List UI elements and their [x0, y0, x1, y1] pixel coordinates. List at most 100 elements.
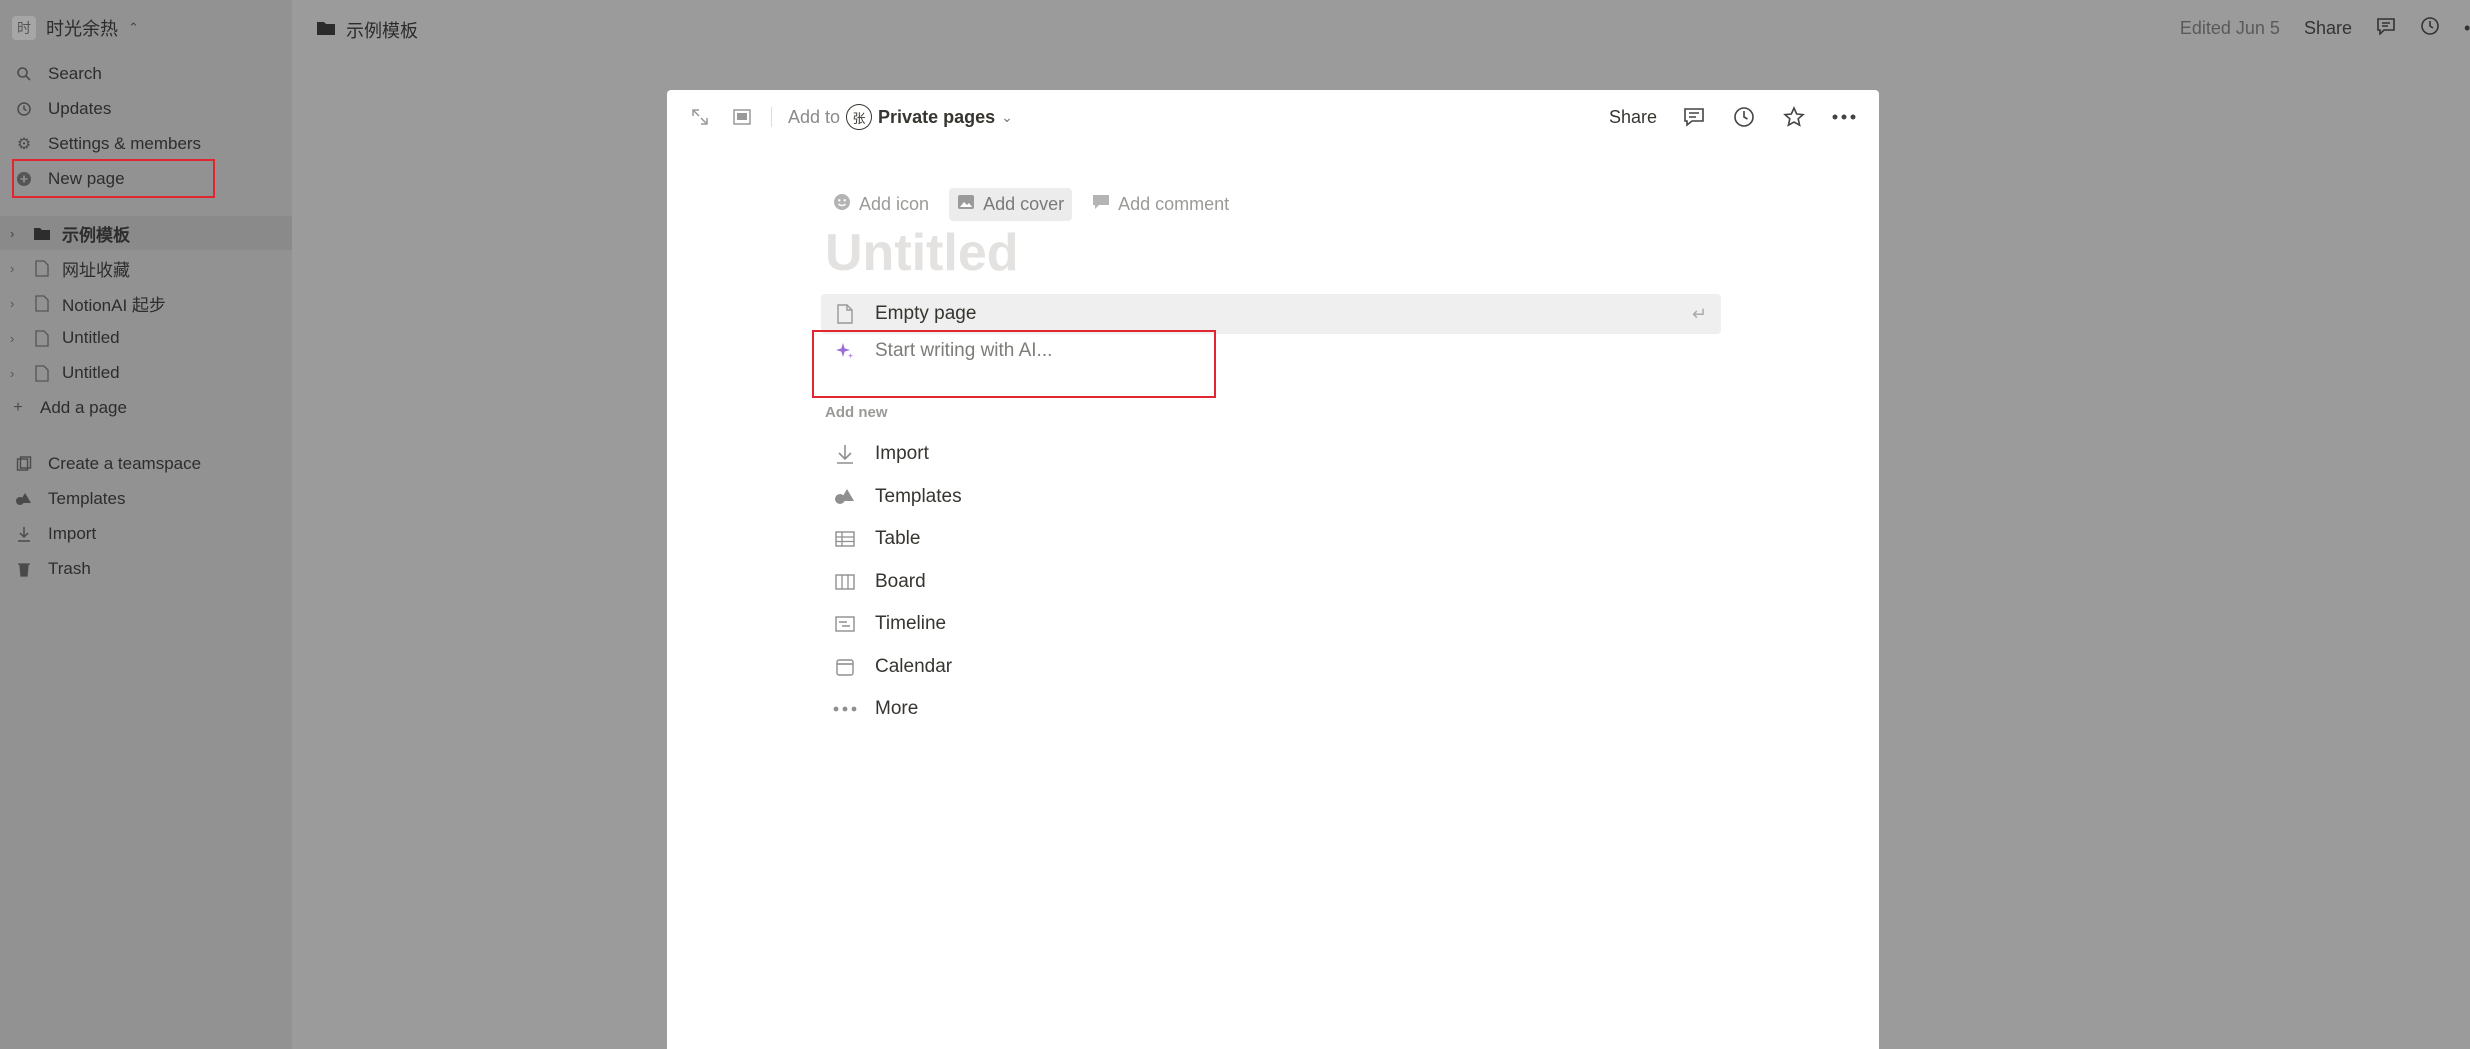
empty-page-label: Empty page [875, 303, 977, 324]
add-page-button[interactable]: + Add a page [0, 391, 292, 425]
option-label: Timeline [875, 613, 947, 634]
ai-option-highlight [812, 330, 1216, 398]
page-icon [833, 304, 857, 324]
modal-header: Add to 张 Private pages ⌄ Share [667, 90, 1879, 146]
option-label: Calendar [875, 656, 953, 677]
topbar-actions: Edited Jun 5 Share • [2180, 16, 2470, 41]
sidebar-page-item[interactable]: › Untitled [0, 321, 292, 355]
topbar: 示例模板 Edited Jun 5 Share • [292, 0, 2470, 56]
sidebar-item-label: Settings & members [48, 134, 202, 153]
option-label: Import [875, 443, 929, 464]
add-comment-label: Add comment [1118, 194, 1230, 214]
comment-icon[interactable] [1681, 104, 1707, 130]
new-page-modal: Add to 张 Private pages ⌄ Share Add icon … [667, 90, 1879, 1049]
add-icon-label: Add icon [859, 194, 930, 214]
modal-header-left: Add to 张 Private pages ⌄ [687, 104, 1013, 130]
option-more[interactable]: More [825, 693, 918, 725]
more-icon[interactable]: • [2464, 18, 2470, 39]
sidebar-page-item[interactable]: › 网址收藏 [0, 251, 292, 285]
add-icon-button[interactable]: Add icon [825, 188, 937, 221]
sidebar-item-label: Updates [48, 99, 112, 118]
option-table[interactable]: Table [825, 523, 920, 555]
option-label: Board [875, 571, 926, 592]
option-import[interactable]: Import [825, 438, 929, 470]
sidebar-page-label: 网址收藏 [62, 260, 130, 280]
sidebar-page-item[interactable]: › 示例模板 [0, 216, 292, 250]
star-icon[interactable] [1781, 104, 1807, 130]
sidebar-item-search[interactable]: Search [0, 57, 292, 91]
chevron-right-icon[interactable]: › [10, 366, 24, 381]
add-cover-button[interactable]: Add cover [949, 188, 1073, 221]
sidebar-page-label: 示例模板 [62, 225, 130, 245]
comment-icon[interactable] [2376, 17, 2396, 40]
table-icon [833, 531, 857, 547]
add-comment-button[interactable]: Add comment [1084, 188, 1237, 221]
add-cover-label: Add cover [983, 194, 1065, 214]
empty-page-option[interactable]: Empty page ↵ [821, 294, 1721, 334]
option-timeline[interactable]: Timeline [825, 608, 946, 640]
expand-icon[interactable] [687, 104, 713, 130]
chevron-right-icon[interactable]: › [10, 296, 24, 311]
page-icon [32, 329, 52, 347]
option-board[interactable]: Board [825, 566, 926, 598]
sidebar-item-updates[interactable]: Updates [0, 92, 292, 126]
sidebar-item-label: Templates [48, 489, 126, 508]
new-page-highlight [12, 159, 215, 198]
breadcrumb-label: 示例模板 [346, 21, 418, 41]
history-icon[interactable] [2420, 16, 2440, 41]
chevron-right-icon[interactable]: › [10, 261, 24, 276]
option-label: More [875, 698, 919, 719]
calendar-icon [833, 658, 857, 676]
chevron-updown-icon: ⌃ [128, 20, 139, 35]
edited-timestamp: Edited Jun 5 [2179, 18, 2280, 38]
location-selector[interactable]: 张 Private pages ⌄ [846, 104, 1013, 130]
workspace-avatar: 时 [12, 16, 36, 40]
templates-icon [14, 491, 34, 507]
templates-icon [833, 488, 857, 506]
sidebar-page-label: Untitled [62, 363, 120, 382]
peek-mode-icon[interactable] [729, 104, 755, 130]
page-meta-actions: Add icon Add cover Add comment [825, 188, 1237, 221]
history-icon[interactable] [1731, 104, 1757, 130]
user-avatar: 张 [846, 104, 873, 130]
trash-icon [14, 561, 34, 577]
page-title-input[interactable]: Untitled [825, 223, 1019, 283]
add-new-heading: Add new [825, 404, 888, 421]
sidebar-page-label: NotionAI 起步 [62, 295, 166, 315]
workspace-name: 时光余热 [46, 19, 118, 39]
gear-icon: ⚙ [16, 136, 32, 153]
comment-icon [1092, 194, 1110, 215]
page-icon [32, 294, 52, 312]
option-label: Templates [875, 486, 962, 507]
option-templates[interactable]: Templates [825, 481, 962, 513]
sidebar-item-trash[interactable]: Trash [0, 552, 292, 586]
teamspace-icon [14, 456, 34, 472]
chevron-right-icon[interactable]: › [10, 226, 24, 241]
clock-icon [14, 101, 34, 117]
enter-key-icon: ↵ [1691, 303, 1707, 324]
more-icon[interactable] [1831, 104, 1857, 130]
share-button[interactable]: Share [1609, 107, 1657, 128]
sidebar-item-create-teamspace[interactable]: Create a teamspace [0, 447, 292, 481]
sidebar-item-import[interactable]: Import [0, 517, 292, 551]
sidebar-page-item[interactable]: › NotionAI 起步 [0, 286, 292, 320]
sidebar-page-item[interactable]: › Untitled [0, 356, 292, 390]
sidebar-item-templates[interactable]: Templates [0, 482, 292, 516]
sidebar-item-label: Import [48, 524, 97, 543]
chevron-right-icon[interactable]: › [10, 331, 24, 346]
image-icon [957, 194, 975, 215]
breadcrumb[interactable]: 示例模板 [316, 17, 418, 43]
folder-icon [316, 20, 336, 41]
share-button[interactable]: Share [2304, 18, 2352, 39]
sidebar-page-label: Untitled [62, 328, 120, 347]
folder-icon [32, 226, 52, 241]
sidebar-item-settings[interactable]: ⚙ Settings & members [0, 127, 292, 161]
sidebar-item-label: Search [48, 64, 102, 83]
page-icon [32, 364, 52, 382]
option-calendar[interactable]: Calendar [825, 651, 952, 683]
workspace-switcher[interactable]: 时 时光余热 ⌃ [12, 14, 139, 42]
location-label: Private pages [878, 106, 996, 127]
add-page-label: Add a page [40, 398, 127, 417]
plus-icon: + [13, 399, 23, 416]
board-icon [833, 574, 857, 590]
